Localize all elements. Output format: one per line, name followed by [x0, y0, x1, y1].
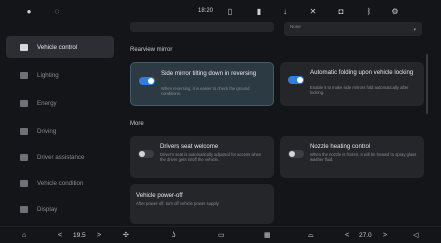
card-title: Vehicle power-off: [136, 192, 183, 199]
ac-icon[interactable]: ⌓: [308, 230, 314, 241]
scrollbar[interactable]: [426, 54, 428, 114]
sidebar-item-label: Lighting: [37, 71, 59, 79]
chevron-down-icon: ▾: [413, 27, 416, 33]
car-icon: [20, 43, 28, 51]
battery-icon: [20, 99, 28, 107]
bottom-dock: ⌂ < 19.5 > ✣ ʖ ▭ ▦ ⌓ < 27.0 > ◁: [0, 226, 441, 243]
seat-icon[interactable]: ʖ: [172, 230, 176, 241]
card-title: Side mirror tilting down in reversing: [161, 70, 257, 77]
status-time: 18:20: [198, 8, 214, 14]
sidebar-item-driving[interactable]: Driving: [6, 120, 114, 142]
record-icon[interactable]: ●: [24, 7, 34, 17]
sidebar-item-label: Display: [37, 205, 58, 213]
light-icon: [20, 71, 28, 79]
section-title-rearview: Rearview mirror: [130, 47, 173, 53]
car-icon[interactable]: ▭: [218, 230, 225, 241]
camera-icon[interactable]: ◘: [336, 7, 346, 17]
sidebar-item-energy[interactable]: Energy: [6, 92, 114, 114]
top-dropdown[interactable]: None ▾: [284, 22, 422, 36]
auto-fold-toggle[interactable]: [288, 76, 304, 84]
right-temp-value: 27.0: [359, 232, 372, 239]
volume-icon[interactable]: ◁: [413, 230, 418, 241]
right-temp-up[interactable]: >: [383, 230, 387, 241]
sync-icon[interactable]: ◌: [52, 7, 62, 17]
seat-welcome-toggle[interactable]: [138, 150, 154, 158]
card-seat-welcome[interactable]: Drivers seat welcome Driver's seat is au…: [130, 136, 274, 178]
card-auto-fold[interactable]: Automatic folding upon vehicle locking E…: [280, 62, 424, 106]
sidebar-item-lighting[interactable]: Lighting: [6, 64, 114, 86]
nozzle-heating-toggle[interactable]: [288, 150, 304, 158]
lock-icon[interactable]: ▯: [225, 7, 235, 17]
card-mirror-tilt[interactable]: Side mirror tilting down in reversing Wh…: [130, 62, 274, 106]
display-icon: [20, 205, 28, 213]
card-desc: When reversing, it is easier to check th…: [161, 86, 250, 96]
assist-icon: [20, 153, 28, 161]
sidebar-item-vehicle-control[interactable]: Vehicle control: [6, 36, 114, 58]
settings-icon[interactable]: ⚙: [390, 7, 400, 17]
card-desc: After power-off, turn off vehicle power …: [136, 201, 220, 206]
sidebar-item-display[interactable]: Display: [6, 198, 114, 220]
settings-content: None ▾ Rearview mirror Side mirror tilti…: [118, 18, 432, 224]
card-desc: Enable it to make side mirrors fold auto…: [310, 85, 409, 95]
steering-icon: [20, 127, 28, 135]
sidebar-item-vehicle-condition[interactable]: Vehicle condition: [6, 172, 114, 194]
bluetooth-icon[interactable]: ᛒ: [364, 7, 374, 17]
condition-icon: [20, 179, 28, 187]
home-icon[interactable]: ⌂: [22, 230, 26, 241]
left-temp-value: 19.5: [73, 232, 86, 239]
signal-icon: ▮: [256, 7, 262, 16]
card-title: Drivers seat welcome: [160, 143, 219, 150]
sidebar-item-label: Driver assistance: [37, 153, 85, 161]
sidebar-item-label: Energy: [37, 99, 57, 107]
card-nozzle-heating[interactable]: Nozzle heating control When the nozzle i…: [280, 136, 424, 178]
sidebar-item-driver-assistance[interactable]: Driver assistance: [6, 146, 114, 168]
card-title: Automatic folding upon vehicle locking: [310, 69, 414, 76]
fan-icon[interactable]: ✣: [123, 230, 129, 241]
apps-icon[interactable]: ▦: [264, 230, 271, 241]
mirror-tilt-toggle[interactable]: [139, 77, 155, 85]
sidebar-item-label: Driving: [37, 127, 57, 135]
sidebar-item-label: Vehicle condition: [37, 179, 84, 187]
right-temp-down[interactable]: <: [345, 230, 349, 241]
card-power-off[interactable]: Vehicle power-off After power-off, turn …: [130, 184, 274, 224]
card-title: Nozzle heating control: [310, 143, 371, 150]
card-desc: Driver's seat is automatically adjusted …: [160, 152, 262, 162]
settings-sidebar: Vehicle control Lighting Energy Driving …: [6, 30, 114, 226]
sidebar-item-label: Vehicle control: [37, 43, 78, 51]
left-temp-down[interactable]: <: [58, 230, 62, 241]
microphone-icon[interactable]: ↓: [280, 7, 290, 17]
dropdown-value: None: [290, 24, 301, 29]
top-option-card[interactable]: [130, 22, 274, 32]
wifi-off-icon[interactable]: ✕: [308, 7, 318, 17]
section-title-more: More: [130, 121, 144, 127]
card-desc: When the nozzle is frozen, it will be he…: [310, 152, 417, 162]
left-temp-up[interactable]: >: [97, 230, 101, 241]
